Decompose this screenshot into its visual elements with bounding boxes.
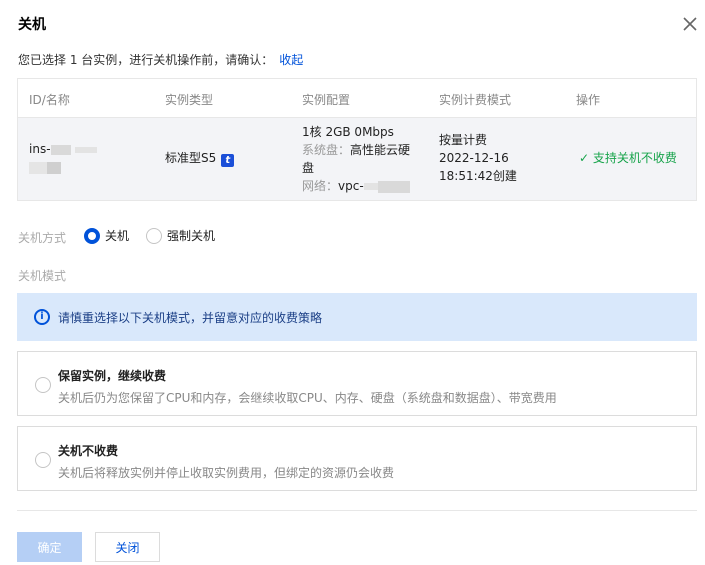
instance-id-prefix: ins- [29, 142, 51, 156]
billing-mode-label: 按量计费 [439, 133, 488, 147]
collapse-link[interactable]: 收起 [279, 53, 303, 67]
dialog-title: 关机 [18, 17, 46, 33]
shutdown-method-label: 关机方式 [18, 231, 67, 245]
redacted-id [50, 144, 71, 155]
info-icon: i [34, 309, 50, 325]
alert-text: 请慎重选择以下关机模式，并留意对应的收费策略 [58, 310, 323, 325]
billing-date: 2022-12-16 [439, 151, 509, 165]
column-header-billing: 实例计费模式 [439, 93, 512, 107]
instance-config: 1核 2GB 0Mbps 系统盘：高性能云硬 盘 网络：vpc- [302, 123, 410, 195]
radio-shutdown[interactable]: 关机 [84, 227, 129, 244]
radio-unchecked-icon[interactable] [35, 377, 51, 393]
burstable-badge-icon: t [221, 154, 235, 167]
redacted-name-tail [47, 161, 61, 174]
close-icon[interactable] [681, 15, 699, 33]
column-header-action: 操作 [576, 93, 601, 107]
instance-table: ID/名称 实例类型 实例配置 实例计费模式 操作 ins- 标准型S5 t 1核… [17, 78, 697, 201]
confirm-text: 您已选择 1 台实例，进行关机操作前，请确认： [18, 53, 274, 67]
mode-card-keep-instance[interactable]: 保留实例，继续收费 关机后仍为您保留了CPU和内存，会继续收取CPU、内存、硬盘… [17, 351, 697, 416]
instance-type-label: 标准型S5 [165, 151, 217, 165]
config-disk-label: 系统盘： [302, 143, 351, 157]
radio-force-shutdown[interactable]: 强制关机 [146, 227, 215, 244]
billing-time: 18:51:42创建 [439, 169, 517, 183]
instance-id: ins- [29, 140, 97, 176]
config-network-label: 网络： [302, 179, 339, 193]
card-desc: 关机后将释放实例并停止收取实例费用，但绑定的资源仍会收费 [58, 466, 395, 480]
redacted-vpc-tail [377, 180, 410, 193]
config-spec: 1核 2GB 0Mbps [302, 125, 394, 139]
redacted-name [29, 161, 47, 174]
config-disk-cont: 盘 [302, 161, 315, 175]
confirm-line: 您已选择 1 台实例，进行关机操作前，请确认： 收起 [18, 51, 303, 68]
config-disk: 系统盘：高性能云硬 [302, 141, 410, 159]
table-header: ID/名称 实例类型 实例配置 实例计费模式 操作 [18, 79, 696, 118]
column-header-config: 实例配置 [302, 93, 351, 107]
mode-card-no-charge[interactable]: 关机不收费 关机后将释放实例并停止收取实例费用，但绑定的资源仍会收费 [17, 426, 697, 491]
shutdown-mode-label: 关机模式 [18, 269, 67, 283]
radio-unchecked-icon[interactable] [35, 452, 51, 468]
instance-type: 标准型S5 t [165, 149, 235, 167]
redacted-id-tail [74, 146, 97, 153]
billing-mode: 按量计费 2022-12-16 18:51:42创建 [439, 131, 517, 185]
table-row: ins- 标准型S5 t 1核 2GB 0Mbps 系统盘：高性能云硬 盘 网络：… [18, 118, 696, 200]
footer-divider [17, 510, 697, 511]
column-header-type: 实例类型 [165, 93, 214, 107]
check-icon: ✓ [579, 151, 590, 165]
action-status-text: 支持关机不收费 [592, 151, 677, 165]
close-button[interactable]: 关闭 [95, 532, 160, 562]
radio-checked-icon[interactable] [84, 227, 100, 244]
shutdown-mode-alert: i 请慎重选择以下关机模式，并留意对应的收费策略 [17, 293, 697, 341]
card-desc: 关机后仍为您保留了CPU和内存，会继续收取CPU、内存、硬盘（系统盘和数据盘）、… [58, 391, 557, 405]
card-title: 保留实例，继续收费 [58, 369, 167, 383]
redacted-vpc [363, 183, 378, 190]
radio-shutdown-label: 关机 [105, 229, 130, 243]
card-title: 关机不收费 [58, 444, 119, 458]
config-disk-value: 高性能云硬 [350, 143, 411, 157]
ok-button[interactable]: 确定 [17, 532, 82, 562]
config-network-value: vpc- [338, 179, 364, 193]
action-status: ✓ 支持关机不收费 [579, 149, 677, 167]
column-header-id: ID/名称 [29, 93, 70, 107]
config-network: 网络：vpc- [302, 177, 410, 195]
radio-unchecked-icon[interactable] [146, 227, 162, 244]
radio-force-shutdown-label: 强制关机 [167, 229, 216, 243]
